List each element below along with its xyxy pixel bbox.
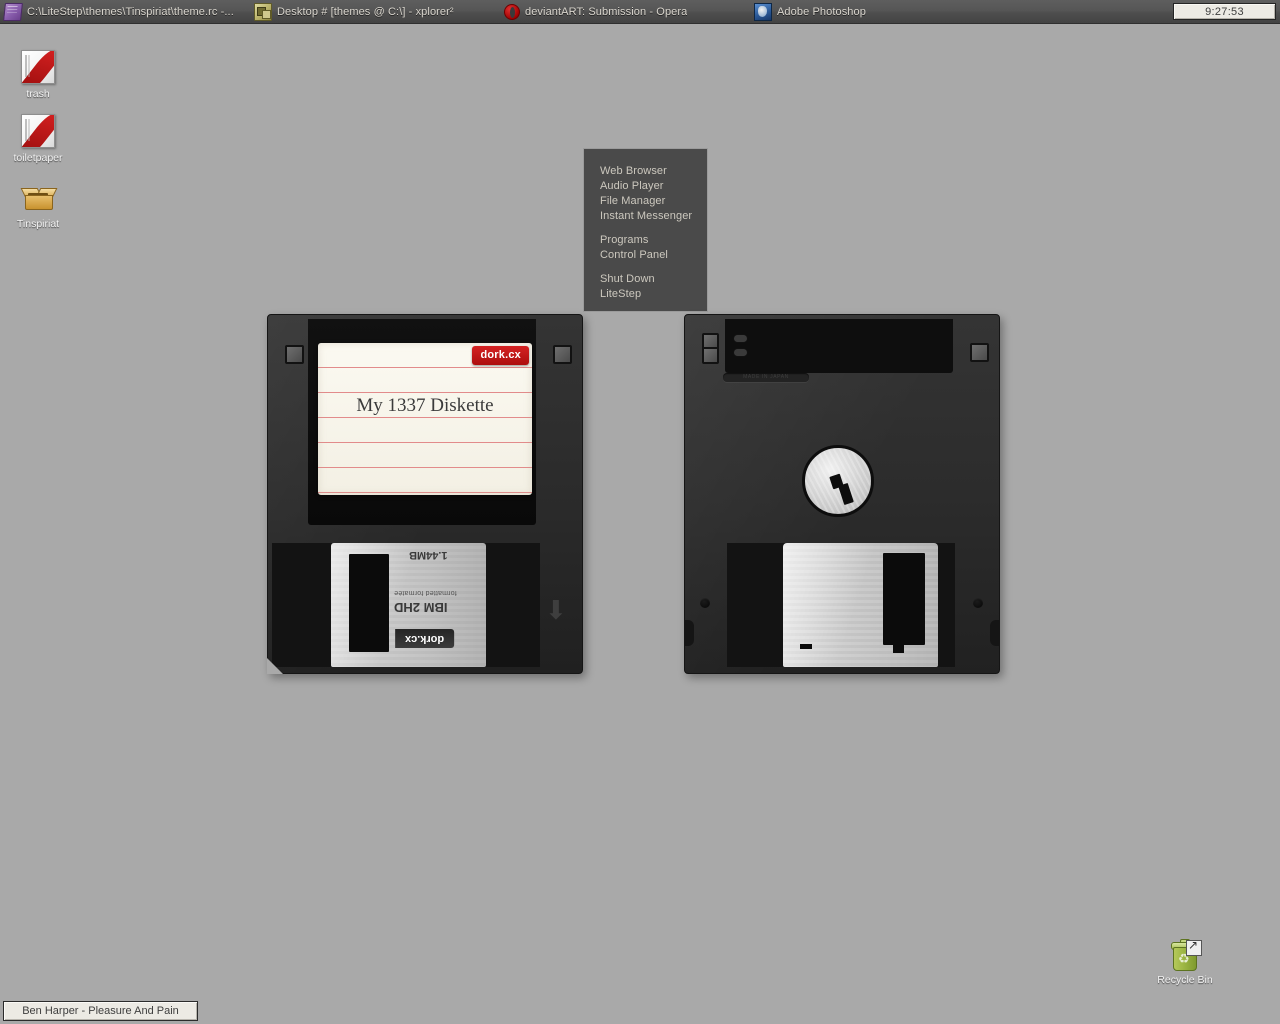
taskbar-task-opera[interactable]: deviantART: Submission - Opera [500,1,750,23]
desktop-icon-label: trash [26,88,50,100]
floppy-back-hd-hole [970,343,989,362]
floppy-paper-label: dork.cx My 1337 Diskette [318,343,532,495]
floppy-back-shutter-window [883,553,925,653]
floppy-write-protect-tab [285,345,304,364]
floppy-shutter-window [349,554,389,652]
notepad-icon [3,2,23,21]
paper-red-swoosh-icon [21,50,55,84]
desktop-icon-tinspiriat[interactable]: Tinspiriat [0,182,76,230]
floppy-back-screw-left [700,598,710,608]
menu-item-litestep[interactable]: LiteStep [584,287,707,302]
taskbar-task-label: Adobe Photoshop [777,5,866,18]
floppy-front-lower-left-shell [272,543,332,667]
taskbar-task-xplorer2[interactable]: Desktop # [themes @ C:\] - xplorer² [250,1,500,23]
floppy-label-title: My 1337 Diskette [356,395,494,416]
floppy-brand-badge: dork.cx [395,629,455,648]
floppy-back-slot-a [733,334,748,343]
floppy-formatted-text: formatted formatée [394,589,457,596]
floppy-disk-front: dork.cx My 1337 Diskette 1.44MB formatte… [267,314,583,674]
open-box-icon [20,182,58,214]
desktop-icon-toiletpaper[interactable]: toiletpaper [0,114,76,164]
menu-item-audio-player[interactable]: Audio Player [584,179,707,194]
floppy-back-screw-right [973,598,983,608]
menu-item-control-panel[interactable]: Control Panel [584,248,707,263]
recycle-bin-icon: ♻ [1169,938,1202,971]
desktop-root: C:\LiteStep\themes\Tinspiriat\theme.rc -… [0,0,1280,1024]
menu-item-web-browser[interactable]: Web Browser [584,164,707,179]
dork-cx-badge: dork.cx [472,346,529,365]
clock-text: 9:27:53 [1205,5,1244,18]
taskbar-task-label: C:\LiteStep\themes\Tinspiriat\theme.rc -… [27,5,234,18]
floppy-back-wp-tab-lower [702,347,719,364]
floppy-standard-text: IBM 2HD [394,600,448,615]
desktop-icon-label: toiletpaper [13,152,63,164]
floppy-back-notch-left [684,620,694,646]
menu-separator [584,224,707,233]
taskbar-task-label: Desktop # [themes @ C:\] - xplorer² [277,5,454,18]
now-playing-text: Ben Harper - Pleasure And Pain [22,1005,179,1017]
desktop-icon-label: Recycle Bin [1157,974,1213,986]
menu-item-programs[interactable]: Programs [584,233,707,248]
floppy-back-emboss-text: MADE IN JAPAN [723,373,809,382]
taskbar: C:\LiteStep\themes\Tinspiriat\theme.rc -… [0,0,1280,24]
paper-red-swoosh-icon [21,114,55,148]
floppy-back-small-notch [800,644,812,649]
floppy-hd-hole [553,345,572,364]
floppy-back-notch-right [990,620,1000,646]
menu-separator [584,263,707,272]
photoshop-icon [754,2,772,21]
floppy-capacity-text: 1.44MB [409,549,448,561]
floppy-disk-back: MADE IN JAPAN [684,314,1000,674]
menu-item-instant-messenger[interactable]: Instant Messenger [584,209,707,224]
desktop-icon-trash[interactable]: trash [0,50,76,100]
menu-item-shut-down[interactable]: Shut Down [584,272,707,287]
floppy-back-slot-b [733,348,748,357]
taskbar-task-photoshop[interactable]: Adobe Photoshop [750,1,1000,23]
floppy-back-metal-shutter-plate [783,543,938,667]
taskbar-task-litestep-theme[interactable]: C:\LiteStep\themes\Tinspiriat\theme.rc -… [0,1,250,23]
desktop-icon-recycle-bin[interactable]: ♻ Recycle Bin [1147,938,1223,986]
floppy-front-metal-shutter-plate: 1.44MB formatted formatée IBM 2HD dork.c… [331,543,486,667]
desktop-icon-label: Tinspiriat [16,218,60,230]
floppy-back-hub [802,445,874,517]
menu-item-file-manager[interactable]: File Manager [584,194,707,209]
taskbar-clock[interactable]: 9:27:53 [1173,3,1276,20]
opera-icon [504,3,520,20]
litestep-popup-menu: Web Browser Audio Player File Manager In… [583,148,708,312]
explorer-icon [254,2,272,21]
shortcut-overlay-icon [1186,938,1202,956]
now-playing-bar[interactable]: Ben Harper - Pleasure And Pain [3,1001,198,1021]
taskbar-task-label: deviantART: Submission - Opera [525,5,688,18]
floppy-back-top-shell [725,319,953,373]
